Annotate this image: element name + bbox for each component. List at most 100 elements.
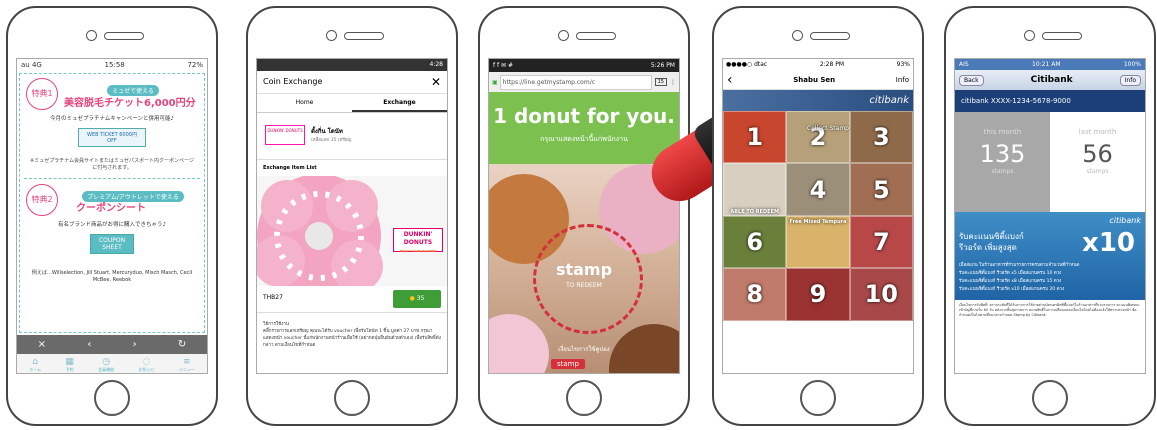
this-month-unit: stamps — [991, 168, 1014, 175]
overflow-menu-icon[interactable]: ⋮ — [670, 79, 676, 86]
web-ticket[interactable]: WEB TICKET 6000円OFF — [78, 128, 146, 147]
promo-banner: citibank รับคะแนนซิตี้แบงก์ รีวอร์ด เพิ่… — [955, 212, 1145, 300]
carrier: AIS — [959, 61, 969, 68]
home-button[interactable] — [1032, 380, 1068, 416]
stamp-cell-tempura[interactable]: Free Mixed Tempura — [786, 215, 850, 269]
account-balance: เหลือแลก 35 เหรียญ — [311, 138, 352, 143]
stamp-sub: TO REDEEM — [566, 282, 602, 289]
divider — [24, 178, 200, 179]
clock-icon: ◷ — [102, 357, 111, 367]
stamp-cell-6[interactable]: 6 — [723, 215, 787, 269]
clock: 15:58 — [104, 61, 125, 69]
exchange-item-row: THB27 ● 35 — [257, 286, 447, 313]
promo-multiplier: x10 — [1082, 228, 1135, 258]
reload-icon[interactable]: ↻ — [178, 339, 186, 350]
stamp-cell-7[interactable]: 7 — [849, 215, 913, 269]
status-bar: ●●●●○ dtac 2:28 PM 93% — [723, 59, 913, 71]
address-bar: ▣ https://line.getmystamp.com/c 15 ⋮ — [489, 72, 679, 93]
tab-menu[interactable]: ≡ メニュー — [179, 357, 195, 373]
tab-home[interactable]: Home — [257, 94, 352, 112]
phone-1: au 4G 15:58 72% 特典1 ミュゼで使える 美容脱毛チケット6,00… — [6, 6, 218, 426]
stamp-cell-3[interactable]: 3 — [849, 111, 913, 164]
clock: 4:28 — [429, 61, 443, 68]
stamp-cell-5[interactable]: 5 — [849, 163, 913, 216]
speaker — [810, 32, 850, 40]
speaker — [576, 32, 616, 40]
stamp-grid: 1 2 3 ABLE TO REDEEM 4 5 6 Free Mixed Te… — [723, 111, 913, 373]
battery: 93% — [896, 61, 910, 68]
title-bar: Coin Exchange ✕ — [257, 71, 447, 94]
menu-icon: ≡ — [183, 357, 191, 367]
speaker — [1042, 32, 1082, 40]
stamp-target — [533, 224, 643, 334]
tab-member[interactable]: ◷ 会員機能 — [98, 357, 114, 373]
page-title: Shabu Sen — [793, 76, 836, 84]
perk-content: 特典1 ミュゼで使える 美容脱毛チケット6,000円分 今月のミュゼプラチナムキ… — [19, 73, 205, 333]
tab-home[interactable]: ⌂ ホーム — [29, 357, 41, 373]
stamp-cell-2[interactable]: 2 — [786, 111, 850, 164]
stamp-cell-redeem[interactable]: ABLE TO REDEEM — [723, 163, 787, 216]
camera-dot — [1024, 30, 1035, 41]
camera-dot — [86, 30, 97, 41]
stamp-stats: this month 135 stamps last month 56 stam… — [955, 112, 1145, 212]
tab-count[interactable]: 15 — [654, 78, 667, 86]
screen-4: ●●●●○ dtac 2:28 PM 93% ‹ Shabu Sen Info … — [722, 58, 914, 374]
home-button[interactable] — [800, 380, 836, 416]
stamp-cell-9[interactable]: 9 — [786, 268, 850, 321]
status-bar: 4:28 — [257, 59, 447, 71]
back-icon[interactable]: ‹ — [87, 339, 91, 350]
last-month-label: last month — [1078, 128, 1117, 136]
perk2-badge: 特典2 — [26, 184, 58, 216]
clock: 10:21 AM — [1032, 61, 1061, 68]
back-button[interactable]: Back — [959, 74, 984, 86]
camera-dot — [326, 30, 337, 41]
home-button[interactable] — [566, 380, 602, 416]
last-month-stat: last month 56 stamps — [1050, 112, 1145, 212]
home-button[interactable] — [94, 380, 130, 416]
headline: 1 donut for you. — [493, 104, 675, 128]
phone-3: f f ✉ # 5:26 PM ▣ https://line.getmystam… — [478, 6, 690, 426]
info-button[interactable]: Info — [896, 76, 909, 84]
forward-icon[interactable]: › — [133, 339, 137, 350]
stamp-cell-10[interactable]: 10 — [849, 268, 913, 321]
stamp-cell-4[interactable]: 4 — [786, 163, 850, 216]
subline: กรุณาแสดงหน้านี้แก่พนักงาน — [540, 135, 628, 143]
perk2-title: クーポンシート — [76, 203, 146, 214]
status-bar: f f ✉ # 5:26 PM — [489, 59, 679, 72]
battery: 72% — [187, 61, 203, 69]
this-month-value: 135 — [979, 140, 1026, 168]
item-code: THB27 — [263, 294, 283, 301]
this-month-label: this month — [983, 128, 1022, 136]
exchange-button[interactable]: ● 35 — [393, 290, 441, 308]
stamp-cell-1[interactable]: 1 — [723, 111, 787, 164]
promo-rows: เมื่อสแกน ในร้านอาหารที่ร่วมรายการครบตาม… — [959, 263, 1080, 292]
home-icon: ⌂ — [32, 357, 38, 367]
promo-line2: รีวอร์ด เพิ่มสูงสุด — [959, 243, 1017, 252]
carrier: au 4G — [21, 61, 42, 69]
this-month-stat: this month 135 stamps — [955, 112, 1050, 212]
home-button[interactable] — [334, 380, 370, 416]
tab-exchange[interactable]: Exchange — [352, 94, 447, 112]
screen-2: 4:28 Coin Exchange ✕ Home Exchange DUNKI… — [256, 58, 448, 374]
back-icon[interactable]: ‹ — [727, 72, 733, 88]
clock: 2:28 PM — [819, 61, 845, 68]
item-image[interactable]: DUNKIN' DONUTS ENJOY YOUR MOMENT — [257, 176, 447, 286]
phone-4: ●●●●○ dtac 2:28 PM 93% ‹ Shabu Sen Info … — [712, 6, 924, 426]
coupon-sheet[interactable]: COUPON SHEET — [90, 234, 134, 254]
description: วิธีการใช้งาน คลิ๊กรายการแลกเหรียญ คุณจะ… — [257, 313, 447, 357]
citibank-logo: citibank — [1109, 216, 1141, 225]
brand-list: 例えば…Willselection, Jill Stuart, Mercuryd… — [31, 270, 193, 283]
account-name: ตั้งกิ่น โดนัท — [311, 128, 343, 135]
speaker — [104, 32, 144, 40]
stamp-cell-8[interactable]: 8 — [723, 268, 787, 321]
card-number: citibank XXXX-1234-5678-9000 — [955, 90, 1145, 112]
screen-1: au 4G 15:58 72% 特典1 ミュゼで使える 美容脱毛チケット6,00… — [16, 58, 208, 374]
url-field[interactable]: https://line.getmystamp.com/c — [499, 74, 652, 90]
tab-reserve[interactable]: ▦ 予約 — [65, 357, 74, 373]
info-button[interactable]: Info — [1119, 74, 1141, 86]
close-icon[interactable]: ✕ — [431, 71, 441, 93]
speaker — [344, 32, 384, 40]
close-icon[interactable]: × — [38, 339, 46, 350]
stamp-area[interactable]: stamp TO REDEEM เงื่อนไขการใช้คูปอง stam… — [489, 164, 679, 373]
tab-news[interactable]: ◌ お知らせ — [139, 357, 155, 373]
